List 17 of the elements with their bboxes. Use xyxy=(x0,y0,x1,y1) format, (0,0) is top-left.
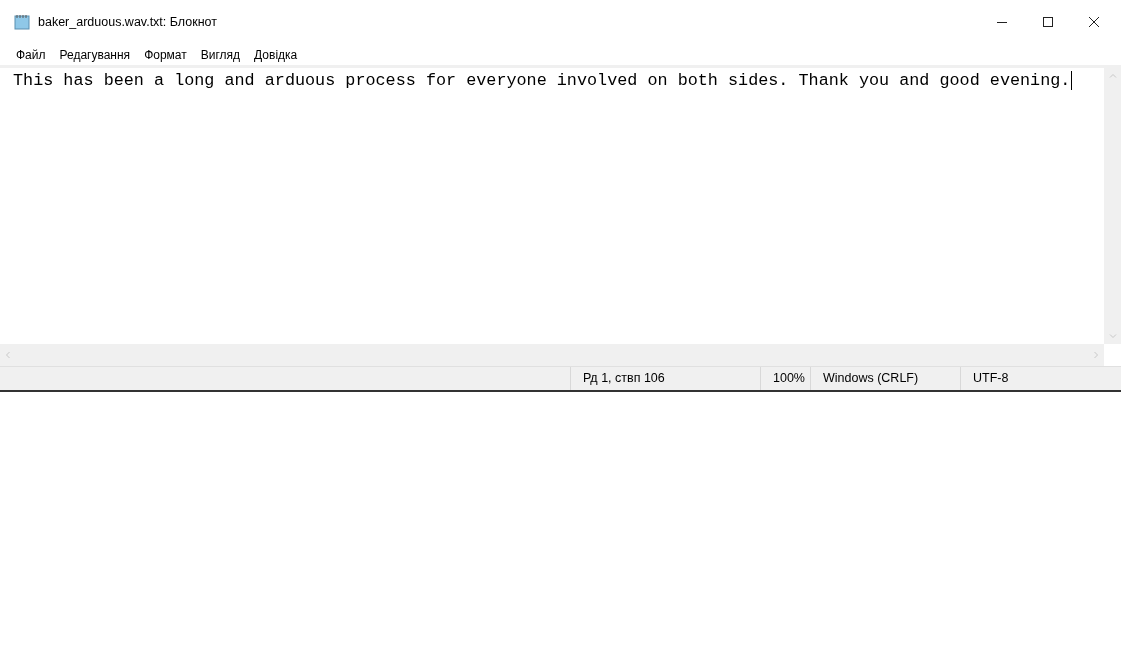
text-area[interactable]: This has been a long and arduous process for everyone involved on both sides. Thank you and good evening. xyxy=(0,68,1104,344)
status-text: Windows (CRLF) xyxy=(810,366,960,390)
menu-item[interactable]: Вигляд xyxy=(194,45,247,64)
maximize-icon xyxy=(1042,16,1054,28)
status-text: Рд 1, ствп 106 xyxy=(570,366,760,390)
window-title: baker_arduous.wav.txt: Блокнот xyxy=(38,13,217,31)
menu-item[interactable]: Формат xyxy=(138,45,193,64)
status-text: UTF-8 xyxy=(960,366,1105,390)
menu-item[interactable]: Редагування xyxy=(53,45,137,64)
close-icon xyxy=(1088,16,1100,28)
horizontal-scrollbar[interactable] xyxy=(0,343,1104,366)
menu-item[interactable]: Довідка xyxy=(248,45,304,64)
menu-item[interactable]: Файл xyxy=(10,45,52,64)
vertical-scrollbar[interactable] xyxy=(1104,68,1121,344)
notepad-icon xyxy=(14,14,30,30)
status-text: 100% xyxy=(760,366,810,390)
document-text: This has been a long and arduous process for everyone involved on both sides. Thank you and good evening. xyxy=(13,71,1073,90)
